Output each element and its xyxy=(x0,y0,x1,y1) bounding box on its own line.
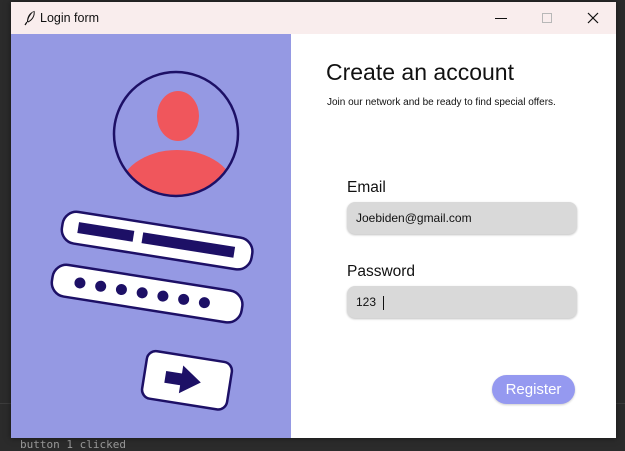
page-subtitle: Join our network and be ready to find sp… xyxy=(327,97,556,108)
minimize-button[interactable] xyxy=(478,2,524,34)
maximize-button[interactable] xyxy=(524,2,570,34)
password-field[interactable]: 123 xyxy=(347,286,577,318)
user-profile-login-illustration xyxy=(50,70,254,411)
maximize-icon xyxy=(542,13,552,23)
username-field-icon xyxy=(60,210,254,271)
close-icon xyxy=(587,12,599,24)
feather-icon xyxy=(24,10,35,26)
avatar-icon xyxy=(112,70,240,198)
text-cursor xyxy=(383,296,384,310)
window-title: Login form xyxy=(40,11,100,25)
form-panel: Create an account Join our network and b… xyxy=(291,34,616,438)
close-button[interactable] xyxy=(570,2,616,34)
password-label: Password xyxy=(347,263,416,280)
password-field-icon xyxy=(50,263,244,324)
title-bar[interactable]: Login form xyxy=(11,2,616,34)
register-button[interactable]: Register xyxy=(492,375,575,404)
page-title: Create an account xyxy=(326,59,514,85)
illustration-panel xyxy=(11,34,291,438)
arrow-right-icon xyxy=(140,349,234,411)
login-window: Login form Create an account Join our ne… xyxy=(11,2,616,438)
minimize-icon xyxy=(495,18,507,19)
email-label: Email xyxy=(347,179,386,196)
email-field[interactable]: Joebiden@gmail.com xyxy=(347,202,577,234)
